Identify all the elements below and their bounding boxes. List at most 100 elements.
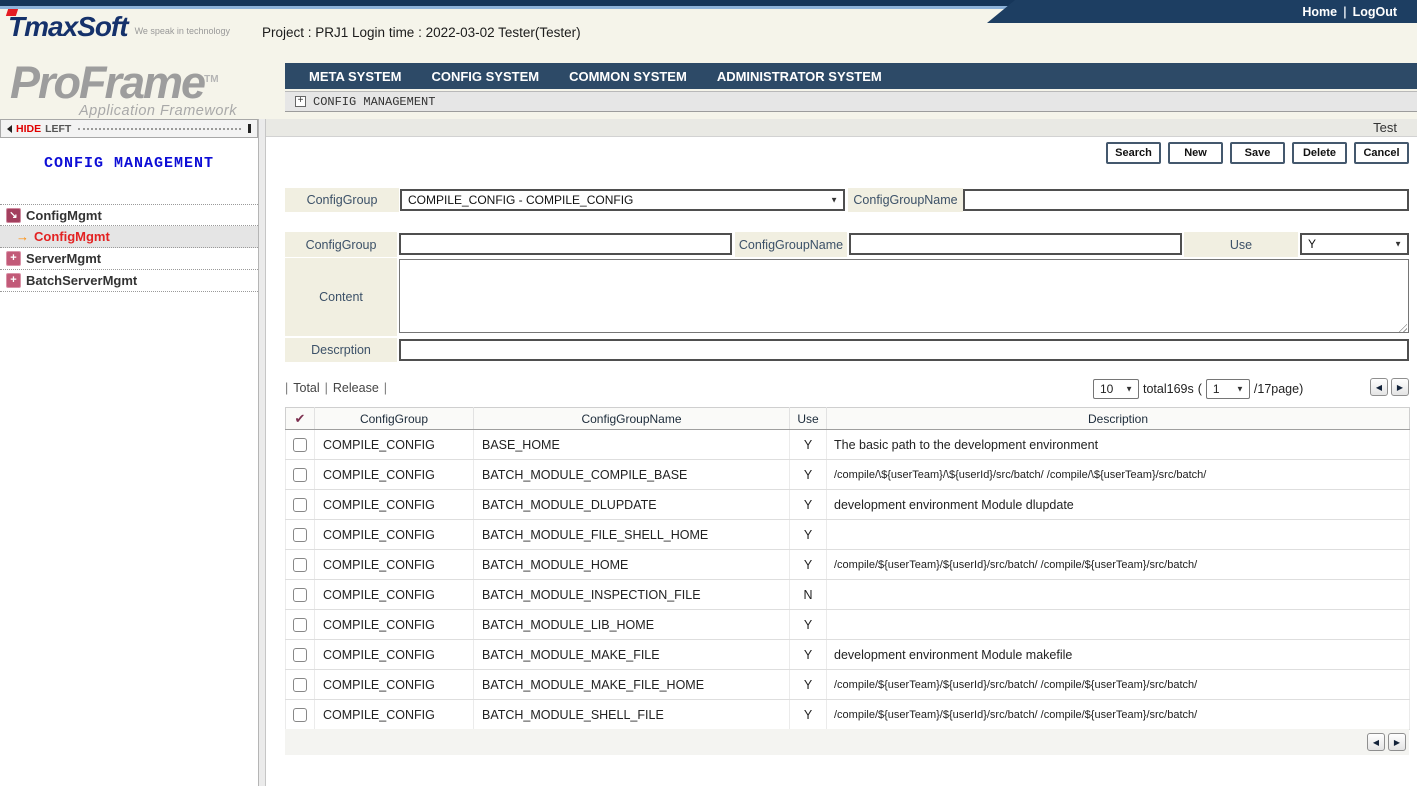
sidebar-item-batchservermgmt[interactable]: +BatchServerMgmt (0, 270, 258, 292)
page: Home | LogOut TmaxSoft We speak in techn… (0, 0, 1417, 786)
row-checkbox[interactable] (293, 468, 307, 482)
menu-item-administrator-system[interactable]: ADMINISTRATOR SYSTEM (717, 69, 882, 84)
sidebar-item-label: ServerMgmt (26, 251, 101, 266)
menu-item-common-system[interactable]: COMMON SYSTEM (569, 69, 687, 84)
table-row: COMPILE_CONFIGBASE_HOMEYThe basic path t… (286, 430, 1410, 460)
configgroupname-input[interactable] (963, 189, 1409, 211)
chevron-down-icon: ▼ (1125, 385, 1133, 394)
sidebar-item-configmgmt[interactable]: ↘ ConfigMgmt (0, 204, 258, 226)
current-page-select[interactable]: 1 ▼ (1206, 379, 1250, 399)
detail-configgroupname-input[interactable] (849, 233, 1182, 255)
expand-icon[interactable]: + (295, 96, 306, 107)
search-button[interactable]: Search (1106, 142, 1161, 164)
total-link[interactable]: Total (293, 381, 319, 395)
hide-left-toggle[interactable]: HIDE LEFT (0, 119, 258, 138)
cell-configgroup: COMPILE_CONFIG (315, 700, 474, 730)
cell-description: development environment Module makefile (827, 640, 1410, 670)
project-info: Project : PRJ1 Login time : 2022-03-02 T… (262, 25, 581, 40)
cell-description: /compile/${userTeam}/${userId}/src/batch… (827, 700, 1410, 730)
table-row: COMPILE_CONFIGBATCH_MODULE_FILE_SHELL_HO… (286, 520, 1410, 550)
use-select[interactable]: Y ▼ (1300, 233, 1409, 255)
description-input[interactable] (399, 339, 1409, 361)
save-button[interactable]: Save (1230, 142, 1285, 164)
home-link[interactable]: Home (1302, 5, 1337, 19)
cell-use: Y (790, 520, 827, 550)
cell-use: Y (790, 550, 827, 580)
total-count: total169s (1143, 382, 1194, 396)
configgroupname-label: ConfigGroupName (848, 188, 963, 212)
table-row: COMPILE_CONFIGBATCH_MODULE_DLUPDATEYdeve… (286, 490, 1410, 520)
menu-item-config-system[interactable]: CONFIG SYSTEM (431, 69, 539, 84)
sidebar-item-servermgmt[interactable]: + ServerMgmt (0, 248, 258, 270)
cell-configgroup: COMPILE_CONFIG (315, 670, 474, 700)
row-checkbox-cell (286, 550, 315, 580)
cell-configgroup: COMPILE_CONFIG (315, 610, 474, 640)
tab-test[interactable]: Test (1373, 120, 1397, 135)
tmaxsoft-tagline: We speak in technology (135, 26, 230, 36)
cell-configgroup: COMPILE_CONFIG (315, 550, 474, 580)
page-size-value: 10 (1100, 382, 1113, 396)
table-body: COMPILE_CONFIGBASE_HOMEYThe basic path t… (286, 430, 1410, 730)
expanded-node-icon: ↘ (6, 208, 21, 223)
prev-page-button-bottom[interactable]: ◀ (1367, 733, 1385, 751)
row-checkbox[interactable] (293, 618, 307, 632)
row-checkbox[interactable] (293, 588, 307, 602)
sidebar-item-label: ConfigMgmt (26, 208, 102, 223)
collapsed-node-icon: + (6, 251, 21, 266)
configgroup-select-value: COMPILE_CONFIG - COMPILE_CONFIG (408, 193, 633, 207)
cell-use: Y (790, 430, 827, 460)
row-checkbox[interactable] (293, 498, 307, 512)
row-checkbox-cell (286, 460, 315, 490)
cancel-button[interactable]: Cancel (1354, 142, 1409, 164)
col-description: Description (827, 408, 1410, 430)
table-row: COMPILE_CONFIGBATCH_MODULE_MAKE_FILEYdev… (286, 640, 1410, 670)
cell-use: Y (790, 640, 827, 670)
cell-configgroup: COMPILE_CONFIG (315, 490, 474, 520)
row-checkbox-cell (286, 700, 315, 730)
row-checkbox[interactable] (293, 678, 307, 692)
cell-use: N (790, 580, 827, 610)
prev-page-button[interactable]: ◀ (1370, 378, 1388, 396)
page-size-select[interactable]: 10 ▼ (1093, 379, 1139, 399)
cell-use: Y (790, 700, 827, 730)
cell-configgroupname: BATCH_MODULE_COMPILE_BASE (474, 460, 790, 490)
drag-handle-icon (248, 124, 251, 133)
description-label: Descrption (285, 338, 397, 362)
cell-configgroup: COMPILE_CONFIG (315, 580, 474, 610)
row-checkbox-cell (286, 520, 315, 550)
logout-link[interactable]: LogOut (1353, 5, 1397, 19)
link-separator: | (1343, 5, 1347, 19)
detail-configgroup-input[interactable] (399, 233, 732, 255)
table-row: COMPILE_CONFIGBATCH_MODULE_HOMEY/compile… (286, 550, 1410, 580)
row-checkbox[interactable] (293, 558, 307, 572)
row-checkbox[interactable] (293, 528, 307, 542)
select-all-header: ✔ (286, 408, 315, 430)
row-checkbox[interactable] (293, 648, 307, 662)
select-all-checkbox-icon[interactable]: ✔ (295, 411, 306, 426)
col-configgroup: ConfigGroup (315, 408, 474, 430)
release-link[interactable]: Release (333, 381, 379, 395)
configgroup-select[interactable]: COMPILE_CONFIG - COMPILE_CONFIG ▼ (400, 189, 845, 211)
next-page-button-bottom[interactable]: ▶ (1388, 733, 1406, 751)
col-configgroupname: ConfigGroupName (474, 408, 790, 430)
new-button[interactable]: New (1168, 142, 1223, 164)
sidebar-item-label: BatchServerMgmt (26, 273, 137, 288)
hide-label: HIDE (16, 123, 41, 135)
row-checkbox[interactable] (293, 708, 307, 722)
sidebar-item-configmgmt[interactable]: →ConfigMgmt (0, 226, 258, 248)
breadcrumb: + CONFIG MANAGEMENT (285, 91, 1417, 112)
row-checkbox[interactable] (293, 438, 307, 452)
pipe-separator: | (325, 381, 328, 395)
collapse-arrow-icon (7, 125, 12, 133)
cell-configgroupname: BATCH_MODULE_SHELL_FILE (474, 700, 790, 730)
sidebar-divider[interactable] (258, 119, 266, 786)
next-page-button[interactable]: ▶ (1391, 378, 1409, 396)
row-checkbox-cell (286, 580, 315, 610)
cell-configgroupname: BATCH_MODULE_MAKE_FILE (474, 640, 790, 670)
content-textarea[interactable] (399, 259, 1409, 333)
cell-configgroupname: BATCH_MODULE_DLUPDATE (474, 490, 790, 520)
menu-item-meta-system[interactable]: META SYSTEM (309, 69, 401, 84)
delete-button[interactable]: Delete (1292, 142, 1347, 164)
pipe-separator: | (285, 381, 288, 395)
pipe-separator: | (384, 381, 387, 395)
